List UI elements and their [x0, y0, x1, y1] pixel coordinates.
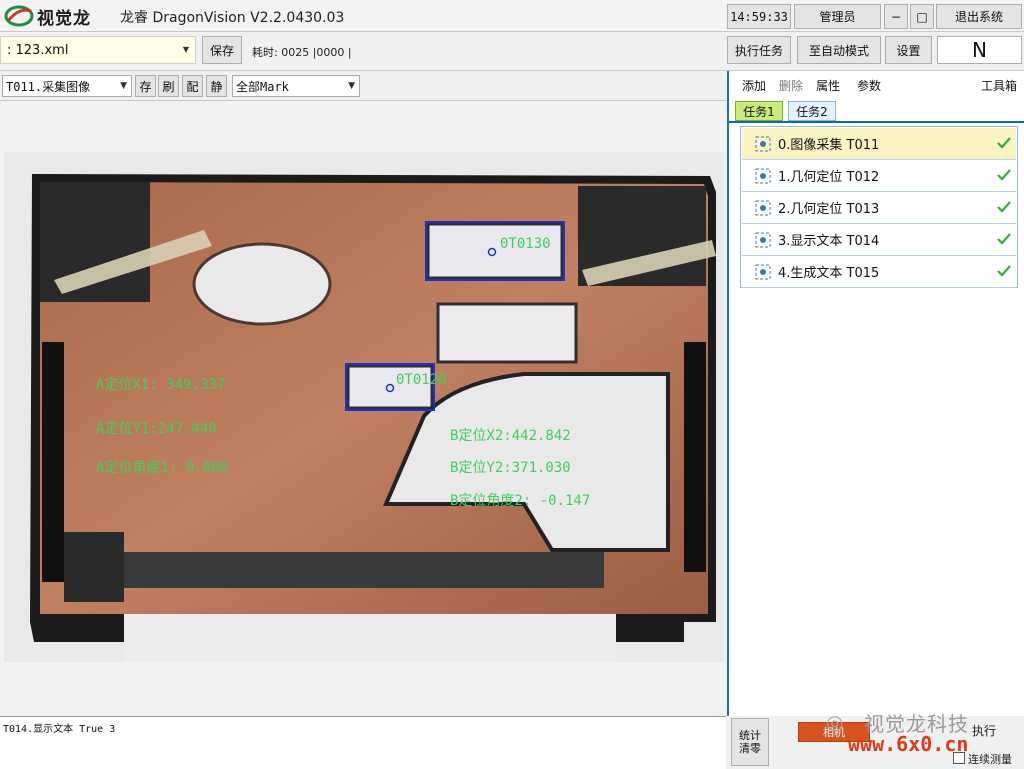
region-label-b: 0T0130	[500, 236, 551, 252]
user-button[interactable]: 管理员	[794, 4, 881, 29]
dragon-logo-icon	[4, 5, 34, 27]
save-button[interactable]: 保存	[202, 36, 242, 64]
b-y-readout: B定位Y2:371.030	[450, 460, 571, 476]
check-icon	[997, 137, 1011, 149]
file-select[interactable]: : 123.xml ▼	[0, 36, 196, 64]
add-task-button[interactable]: 添加	[742, 77, 766, 94]
task-toolbar: 添加 删除 属性 参数 工具箱	[733, 74, 1023, 94]
a-y-readout: A定位Y1:247.440	[96, 421, 217, 437]
run-task-button[interactable]: 执行任务	[727, 36, 791, 64]
task-list: 0.图像采集 T011 1.几何定位 T012 2.几何定位 T013 3.显示…	[740, 126, 1018, 288]
task-label: 3.显示文本 T014	[778, 234, 880, 249]
elapsed-time-label: 耗时: 0025 |0000 |	[252, 46, 352, 59]
chevron-down-icon: ▼	[348, 81, 355, 91]
tab-task-2[interactable]: 任务2	[788, 101, 836, 121]
settings-button[interactable]: 设置	[885, 36, 932, 64]
task-row-2[interactable]: 2.几何定位 T013	[742, 192, 1016, 224]
a-x-readout: A定位X1: 349.337	[96, 377, 226, 393]
params-button[interactable]: 参数	[857, 77, 881, 94]
log-line: T014.显示文本 True 3	[3, 724, 116, 735]
maximize-button[interactable]: □	[910, 4, 934, 29]
file-select-value: : 123.xml	[7, 42, 69, 58]
tab-underline	[729, 121, 1024, 123]
config-button[interactable]: 配	[182, 75, 203, 97]
text-tool-icon	[755, 264, 771, 279]
clock: 14:59:33	[727, 4, 791, 29]
task-row-0[interactable]: 0.图像采集 T011	[742, 128, 1016, 160]
locate-tool-icon	[755, 200, 771, 215]
task-row-3[interactable]: 3.显示文本 T014	[742, 224, 1016, 256]
check-icon	[997, 169, 1011, 181]
logo: 视觉龙	[4, 3, 114, 29]
check-icon	[997, 233, 1011, 245]
wechat-watermark-icon: ◎	[826, 710, 844, 734]
task-row-1[interactable]: 1.几何定位 T012	[742, 160, 1016, 192]
tab-task-1[interactable]: 任务1	[735, 101, 783, 121]
execute-button[interactable]: 执行	[972, 722, 996, 739]
tool-select[interactable]: T011.采集图像 ▼	[2, 75, 132, 97]
refresh-button[interactable]: 刷	[158, 75, 179, 97]
app-title: 龙睿 DragonVision V2.2.0430.03	[120, 10, 345, 26]
static-button[interactable]: 静	[206, 75, 227, 97]
stats-label-2: 清零	[739, 742, 761, 755]
chevron-down-icon: ▼	[120, 81, 127, 91]
region-label-a: 0T0120	[396, 372, 447, 388]
properties-button[interactable]: 属性	[816, 77, 840, 94]
task-label: 2.几何定位 T013	[778, 202, 880, 217]
exit-system-button[interactable]: 退出系统	[936, 4, 1022, 29]
camera-tool-icon	[755, 136, 771, 151]
store-button[interactable]: 存	[135, 75, 156, 97]
check-icon	[997, 265, 1011, 277]
b-angle-readout: B定位角度2: -0.147	[450, 493, 591, 509]
logo-text: 视觉龙	[37, 8, 91, 29]
text-tool-icon	[755, 232, 771, 247]
locate-tool-icon	[755, 168, 771, 183]
mode-indicator: N	[937, 36, 1022, 64]
auto-mode-button[interactable]: 至自动模式	[797, 36, 881, 64]
watermark-url: www.6x0.cn	[848, 732, 969, 756]
chevron-down-icon: ▼	[182, 45, 189, 54]
b-x-readout: B定位X2:442.842	[450, 428, 571, 444]
mark-select[interactable]: 全部Mark ▼	[232, 75, 360, 97]
a-angle-readout: A定位角度1: 0.000	[96, 460, 228, 476]
task-label: 1.几何定位 T012	[778, 170, 880, 185]
minimize-button[interactable]: −	[884, 4, 908, 29]
continuous-checkbox[interactable]	[953, 752, 965, 764]
laptop-base-image	[30, 174, 716, 662]
reset-stats-button[interactable]: 统计 清零	[731, 718, 769, 766]
stats-label-1: 统计	[739, 729, 761, 742]
task-label: 4.生成文本 T015	[778, 266, 880, 281]
task-row-4[interactable]: 4.生成文本 T015	[742, 256, 1016, 288]
continuous-label: 连续测量	[968, 753, 1012, 766]
panel-border	[727, 71, 729, 716]
mark-select-value: 全部Mark	[236, 79, 289, 94]
delete-task-button[interactable]: 删除	[779, 77, 803, 94]
tool-select-value: T011.采集图像	[6, 79, 91, 94]
task-label: 0.图像采集 T011	[778, 138, 880, 153]
toolbox-button[interactable]: 工具箱	[981, 77, 1017, 94]
check-icon	[997, 201, 1011, 213]
camera-image[interactable]	[4, 152, 724, 662]
